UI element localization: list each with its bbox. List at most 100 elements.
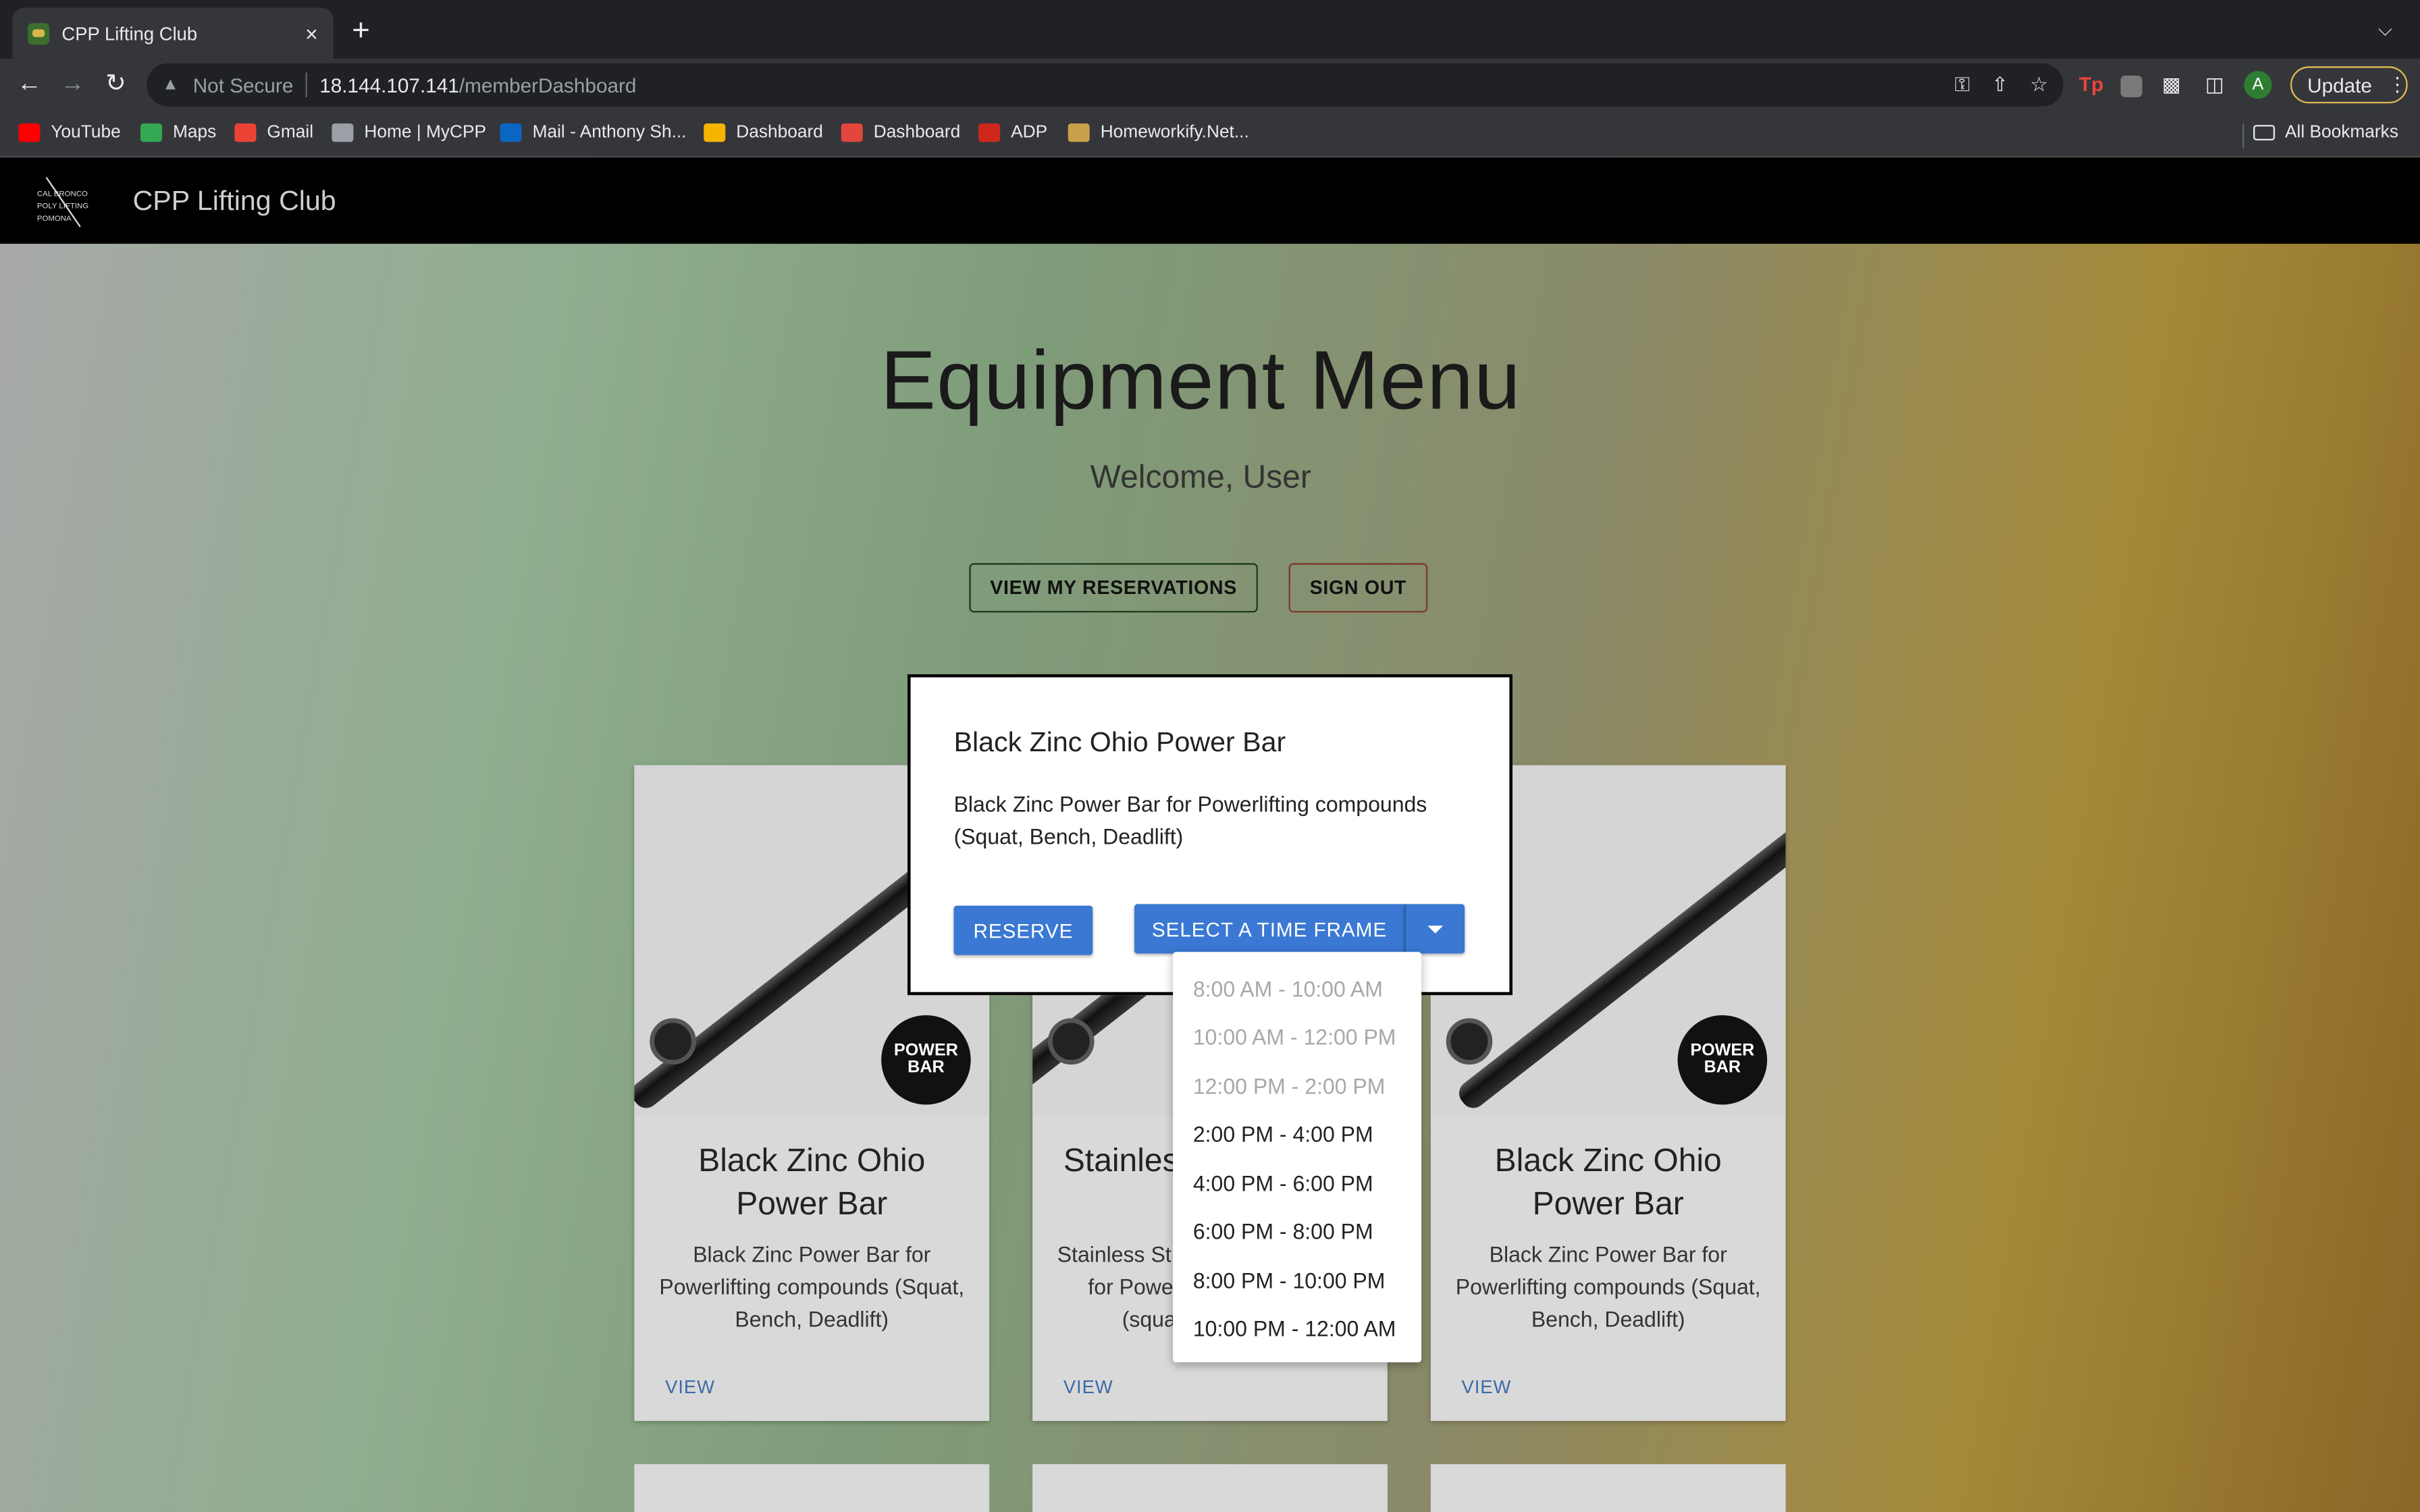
modal-title: Black Zinc Ohio Power Bar [953, 726, 1286, 758]
bookmark-label: ADP [1011, 123, 1048, 142]
reserve-button[interactable]: RESERVE [953, 905, 1093, 955]
power-bar-badge: POWER BAR [1677, 1015, 1768, 1105]
bookmark-item[interactable]: Homeworkify.Net... [1068, 123, 1249, 142]
kebab-menu-icon[interactable]: ⋮ [2388, 72, 2408, 97]
time-frame-dropdown-toggle[interactable] [1404, 904, 1465, 954]
back-arrow-icon[interactable]: ← [14, 70, 45, 101]
bookmark-item[interactable]: Mail - Anthony Sh... [500, 123, 687, 142]
site-favicon-icon [28, 22, 50, 45]
share-icon[interactable]: ⇧ [1992, 72, 2009, 97]
card-view-link[interactable]: VIEW [665, 1376, 715, 1398]
browser-tab[interactable]: CPP Lifting Club × [12, 7, 334, 59]
modal-description: Black Zinc Power Bar for Powerlifting co… [953, 791, 1427, 849]
equipment-card [1032, 1464, 1388, 1512]
card-description: Black Zinc Power Bar for Powerlifting co… [1455, 1241, 1761, 1332]
time-slot-option[interactable]: 8:00 PM - 10:00 PM [1173, 1256, 1421, 1305]
browser-tabbar: CPP Lifting Club × + ⌵ [0, 0, 2420, 59]
bookmark-item[interactable]: Dashboard [841, 123, 961, 142]
star-icon[interactable]: ☆ [2030, 72, 2048, 97]
warning-triangle-icon: ▲ [161, 75, 179, 94]
app-header: CAL BRONCO POLY LIFTING POMONA CPP Lifti… [0, 157, 2420, 244]
bookmark-favicon-icon [704, 123, 726, 142]
bookmark-item[interactable]: Dashboard [704, 123, 823, 142]
sidepanel-icon[interactable]: ◫ [2201, 71, 2228, 99]
update-button[interactable]: Update ⋮ [2290, 66, 2408, 104]
card-title-line1: Stainles [1063, 1143, 1179, 1179]
profile-avatar[interactable]: A [2244, 71, 2272, 99]
bookmark-item[interactable]: Gmail [234, 123, 313, 142]
bookmark-favicon-icon [332, 123, 354, 142]
bookmark-item[interactable]: Maps [140, 123, 217, 142]
bookmark-label: Mail - Anthony Sh... [532, 123, 687, 142]
card-view-link[interactable]: VIEW [1063, 1376, 1113, 1398]
bookmark-favicon-icon [140, 123, 162, 142]
all-bookmarks-button[interactable]: All Bookmarks [2252, 123, 2398, 142]
omnibox-separator [305, 72, 307, 97]
address-bar[interactable]: ▲ Not Secure 18.144.107.141 /memberDashb… [147, 63, 2063, 107]
time-slot-option: 10:00 AM - 12:00 PM [1192, 1025, 1396, 1050]
select-time-frame-button[interactable]: SELECT A TIME FRAME [1134, 904, 1404, 954]
time-slot-option[interactable]: 6:00 PM - 8:00 PM [1173, 1208, 1421, 1256]
barbell-sleeve [650, 1018, 696, 1065]
folder-icon [2252, 125, 2274, 140]
bookmark-favicon-icon [500, 123, 522, 142]
reservation-modal: Black Zinc Ohio Power Bar Black Zinc Pow… [907, 674, 1512, 996]
bookmark-label: Homeworkify.Net... [1100, 123, 1249, 142]
bookmarks-divider [2242, 123, 2244, 148]
tp-extension-icon[interactable]: Tp [2078, 71, 2105, 99]
bookmark-label: YouTube [51, 123, 121, 142]
view-reservations-button[interactable]: VIEW MY RESERVATIONS [969, 563, 1258, 613]
page-content: CAL BRONCO POLY LIFTING POMONA CPP Lifti… [0, 157, 2420, 1512]
welcome-text: Welcome, User [1090, 460, 1311, 495]
equipment-card [634, 1464, 990, 1512]
card-view-link[interactable]: VIEW [1462, 1376, 1512, 1398]
url-host: 18.144.107.141 [319, 73, 459, 97]
power-bar-badge: POWER BAR [881, 1015, 971, 1105]
bookmark-item[interactable]: YouTube [18, 123, 121, 142]
extensions-area: Tp ▩ ◫ A [2078, 71, 2272, 99]
time-slot-option[interactable]: 4:00 PM - 6:00 PM [1173, 1159, 1421, 1208]
svg-text:POLY LIFTING: POLY LIFTING [37, 202, 88, 211]
update-label: Update [2307, 73, 2372, 97]
time-slot-option[interactable]: 10:00 PM - 12:00 AM [1173, 1305, 1421, 1353]
tab-title: CPP Lifting Club [61, 22, 198, 45]
time-slot-option: 12:00 PM - 2:00 PM [1192, 1073, 1386, 1098]
page-title: Equipment Menu [880, 334, 1521, 428]
bookmark-favicon-icon [1068, 123, 1090, 142]
bookmark-label: Dashboard [873, 123, 961, 142]
card-title: Black Zinc Ohio Power Bar [698, 1143, 926, 1222]
caret-down-icon [1427, 925, 1444, 933]
tab-search-chevron-icon[interactable]: ⌵ [2378, 18, 2392, 41]
bookmark-favicon-icon [978, 123, 1001, 142]
card-description: Black Zinc Power Bar for Powerlifting co… [659, 1241, 965, 1332]
time-frame-dropdown-menu: 8:00 AM - 10:00 AM 10:00 AM - 12:00 PM 12:… [1173, 952, 1422, 1363]
bookmark-label: Maps [172, 123, 217, 142]
bookmarks-bar: YouTube Maps Gmail Home | MyCPP Mail - Antho… [0, 111, 2420, 158]
svg-text:CAL BRONCO: CAL BRONCO [37, 190, 88, 198]
time-slot-option: 8:00 AM - 10:00 AM [1192, 976, 1383, 1001]
svg-text:POMONA: POMONA [37, 215, 72, 223]
reload-icon[interactable]: ↻ [101, 70, 132, 101]
club-logo-icon: CAL BRONCO POLY LIFTING POMONA [37, 177, 88, 227]
all-bookmarks-label: All Bookmarks [2284, 123, 2398, 142]
bookmark-label: Home | MyCPP [364, 123, 487, 142]
time-slot-option[interactable]: 2:00 PM - 4:00 PM [1173, 1110, 1421, 1159]
key-icon[interactable]: ⚿ [1955, 72, 1970, 97]
forward-arrow-icon[interactable]: → [57, 70, 88, 101]
bookmark-item[interactable]: ADP [978, 123, 1048, 142]
browser-toolbar: ← → ↻ ▲ Not Secure 18.144.107.141 /membe… [0, 58, 2420, 111]
new-tab-icon[interactable]: + [352, 16, 370, 47]
close-tab-icon[interactable]: × [305, 21, 318, 46]
bookmark-favicon-icon [234, 123, 257, 142]
bookmark-label: Dashboard [736, 123, 823, 142]
card-desc-line1: Stainless St [1057, 1241, 1172, 1267]
bookmark-item[interactable]: Home | MyCPP [332, 123, 487, 142]
puzzle-extensions-icon[interactable]: ▩ [2157, 71, 2185, 99]
card-desc-line3: (squat, [1122, 1306, 1188, 1332]
app-title[interactable]: CPP Lifting Club [133, 185, 336, 217]
sign-out-button[interactable]: SIGN OUT [1288, 563, 1428, 613]
not-secure-label: Not Secure [192, 73, 294, 97]
bookmark-favicon-icon [18, 123, 41, 142]
barbell-sleeve [1047, 1018, 1095, 1065]
extension-gray-icon[interactable] [2120, 75, 2142, 97]
